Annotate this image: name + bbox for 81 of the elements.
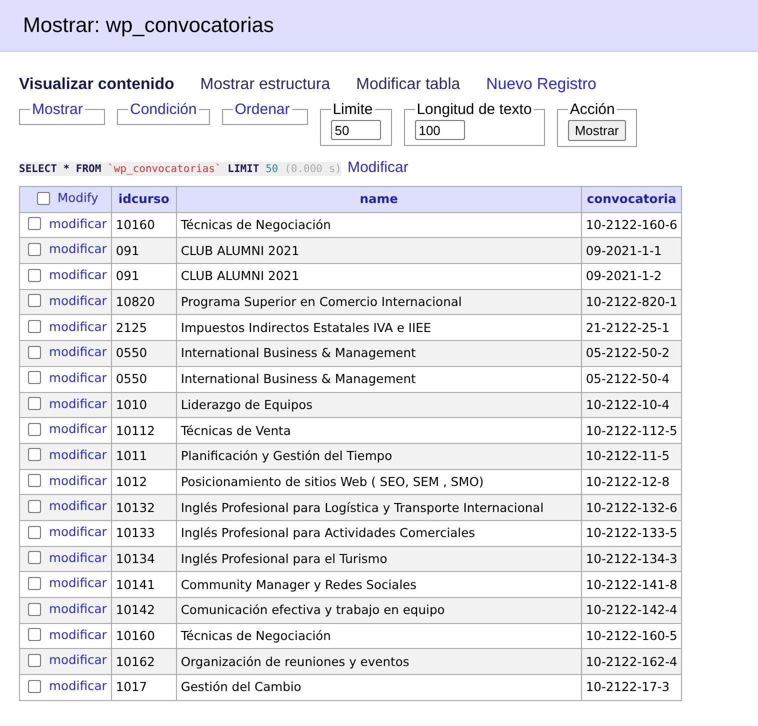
table-cell: International Business & Management xyxy=(176,340,582,366)
table-cell: 10-2122-134-3 xyxy=(581,546,682,572)
row-checkbox[interactable] xyxy=(28,371,41,384)
table-cell: Comunicación efectiva y trabajo en equipo xyxy=(176,598,582,624)
table-cell: Planificación y Gestión del Tiempo xyxy=(176,443,582,470)
row-checkbox[interactable] xyxy=(28,346,41,359)
row-checkbox[interactable] xyxy=(28,474,41,488)
table-cell: 10-2122-142-4 xyxy=(581,598,682,624)
row-checkbox[interactable] xyxy=(28,628,41,642)
table-cell: 0550 xyxy=(111,366,176,392)
table-cell: 10134 xyxy=(111,546,176,572)
new-record-link[interactable]: Nuevo Registro xyxy=(486,76,596,94)
tab[interactable]: Modificar tabla xyxy=(356,76,460,94)
table-cell: 091 xyxy=(111,238,176,264)
table-cell: 10-2122-133-5 xyxy=(581,520,682,546)
row-checkbox[interactable] xyxy=(28,217,41,230)
edit-query-link[interactable]: Modificar xyxy=(347,159,408,176)
column-header[interactable]: name xyxy=(176,186,582,212)
row-checkbox[interactable] xyxy=(28,397,41,410)
section-toggle-link[interactable]: Mostrar xyxy=(32,101,83,118)
select-all-checkbox[interactable] xyxy=(36,192,50,205)
row-checkbox[interactable] xyxy=(28,526,41,539)
row-checkbox[interactable] xyxy=(28,268,41,282)
row-checkbox[interactable] xyxy=(28,551,41,564)
row-checkbox[interactable] xyxy=(28,320,41,334)
table-cell: 10820 xyxy=(111,289,176,315)
table-cell: Inglés Profesional para Logística y Transporte Internacional xyxy=(176,494,582,520)
table-cell: Gestión del Cambio xyxy=(176,674,582,700)
table-cell: 10142 xyxy=(111,598,176,624)
show-button[interactable]: Mostrar xyxy=(568,120,626,141)
table-cell: Liderazgo de Equipos xyxy=(176,392,582,418)
table-cell: Inglés Profesional para el Turismo xyxy=(176,546,582,572)
table-cell: CLUB ALUMNI 2021 xyxy=(176,264,582,290)
table-cell: 10-2122-162-4 xyxy=(581,648,682,675)
table-cell: Inglés Profesional para Actividades Comerciales xyxy=(176,520,582,546)
row-checkbox[interactable] xyxy=(28,680,41,693)
table-cell: Programa Superior en Comercio Internacional xyxy=(176,289,582,315)
table-cell: International Business & Management xyxy=(176,366,582,392)
section-toggle-link[interactable]: Condición xyxy=(130,101,197,118)
table-cell: 1010 xyxy=(111,392,176,418)
row-checkbox[interactable] xyxy=(28,242,41,256)
table-cell: 09-2021-1-2 xyxy=(581,264,682,290)
table-cell: 10133 xyxy=(111,520,176,546)
row-checkbox[interactable] xyxy=(28,448,41,462)
table-cell: 10-2122-112-5 xyxy=(581,418,682,444)
table-cell: 10-2122-17-3 xyxy=(581,674,682,700)
table-cell: 09-2021-1-1 xyxy=(581,238,682,264)
table-cell: 10112 xyxy=(111,418,176,444)
table-cell: 10162 xyxy=(111,648,176,675)
group-label: Limite xyxy=(332,101,373,118)
column-header[interactable]: convocatoria xyxy=(581,186,682,212)
page-title: Mostrar: wp_convocatorias xyxy=(23,14,274,38)
group-label: Longitud de texto xyxy=(416,101,532,118)
row-checkbox[interactable] xyxy=(28,576,41,590)
table-cell: 05-2122-50-4 xyxy=(581,366,682,392)
table-cell: Organización de reuniones y eventos xyxy=(176,648,582,675)
table-cell: 10-2122-132-6 xyxy=(581,494,682,520)
column-header[interactable]: idcurso xyxy=(111,186,176,212)
table-cell: 091 xyxy=(111,264,176,290)
table-cell: 10-2122-10-4 xyxy=(581,392,682,418)
section-toggle-link[interactable]: Ordenar xyxy=(234,101,290,118)
row-checkbox[interactable] xyxy=(28,500,41,513)
row-checkbox[interactable] xyxy=(28,602,41,616)
tab[interactable]: Visualizar contenido xyxy=(19,76,174,94)
row-checkbox[interactable] xyxy=(28,422,41,436)
table-cell: 10-2122-11-5 xyxy=(581,443,682,470)
table-cell: 10132 xyxy=(111,494,176,520)
table-cell: CLUB ALUMNI 2021 xyxy=(176,238,582,264)
input-field[interactable]: 50 xyxy=(330,120,381,140)
table-cell: 1017 xyxy=(111,674,176,700)
sql-query: SELECT * FROM `wp_convocatorias` LIMIT 50 (0.000 s) xyxy=(19,162,342,176)
input-field[interactable]: 100 xyxy=(414,120,465,140)
tab[interactable]: Mostrar estructura xyxy=(200,76,330,94)
row-checkbox[interactable] xyxy=(28,654,41,667)
table-cell: 0550 xyxy=(111,340,176,366)
table-cell: 1011 xyxy=(111,443,176,470)
table-cell: 10-2122-820-1 xyxy=(581,289,682,315)
table-cell: 05-2122-50-2 xyxy=(581,340,682,366)
row-checkbox[interactable] xyxy=(28,294,41,308)
table-cell: Técnicas de Venta xyxy=(176,418,582,444)
group-label: Acción xyxy=(570,101,615,118)
